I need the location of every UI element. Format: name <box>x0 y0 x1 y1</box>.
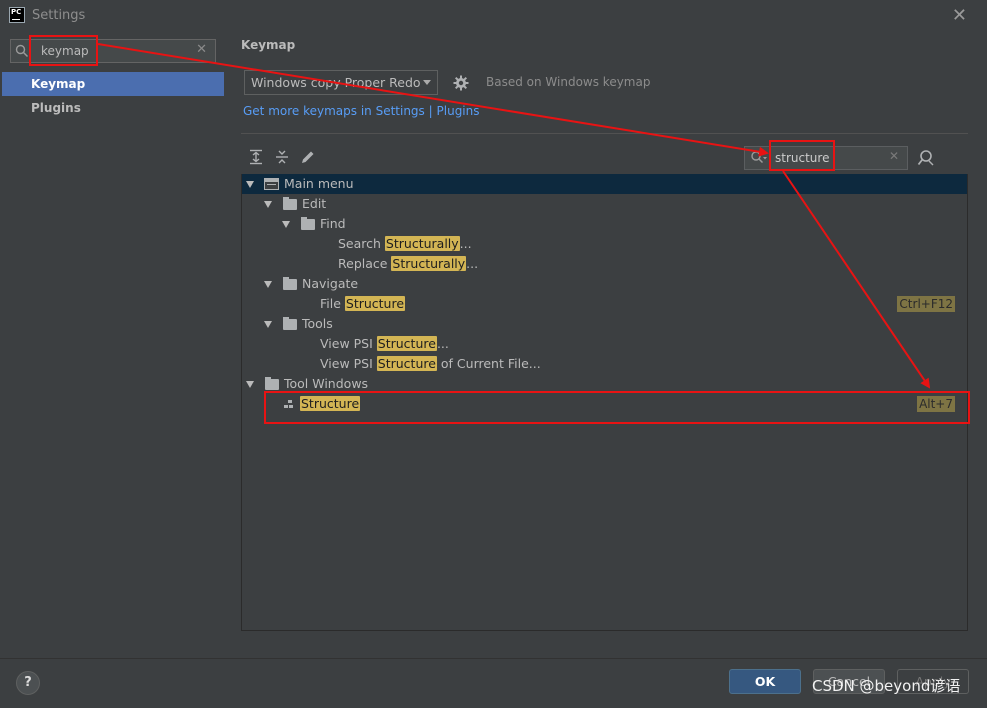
annotation-arrows <box>97 43 931 389</box>
